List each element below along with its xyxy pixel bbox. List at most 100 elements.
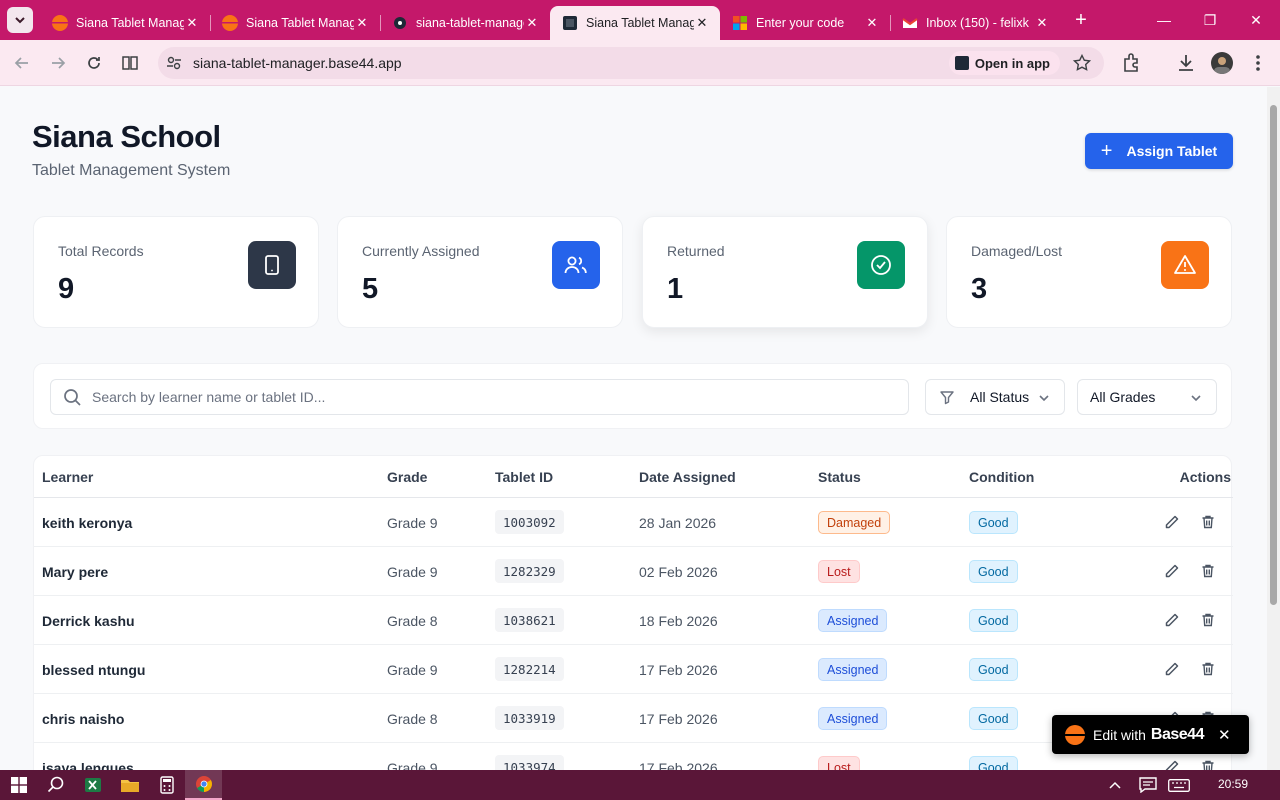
scrollbar-thumb[interactable] bbox=[1270, 105, 1277, 605]
delete-icon[interactable] bbox=[1198, 512, 1218, 532]
tablet-id: 1282329 bbox=[495, 559, 564, 583]
edit-icon[interactable] bbox=[1162, 659, 1182, 679]
filter-icon bbox=[939, 389, 955, 405]
star-icon[interactable] bbox=[1072, 53, 1092, 77]
reload-button[interactable] bbox=[76, 45, 112, 81]
delete-icon[interactable] bbox=[1198, 659, 1218, 679]
download-icon[interactable] bbox=[1175, 52, 1197, 79]
close-icon[interactable]: ✕ bbox=[1218, 726, 1231, 744]
gmail-icon bbox=[902, 15, 918, 31]
close-icon[interactable]: ✕ bbox=[1034, 15, 1050, 31]
close-icon[interactable]: ✕ bbox=[184, 15, 200, 31]
status-badge: Lost bbox=[818, 560, 860, 583]
stat-card-returned: Returned 1 bbox=[642, 216, 928, 328]
base44-widget-label: Edit with bbox=[1093, 726, 1146, 743]
column-header: Status bbox=[818, 469, 861, 485]
base44-logo-icon bbox=[1065, 724, 1085, 745]
status-filter-select[interactable]: All Status bbox=[925, 379, 1065, 415]
chevron-up-icon[interactable] bbox=[1107, 777, 1123, 798]
status-badge: Damaged bbox=[818, 511, 891, 534]
browser-tab[interactable]: Siana Tablet Manager ✕ bbox=[210, 6, 380, 40]
site-info-icon[interactable] bbox=[166, 55, 182, 76]
delete-icon[interactable] bbox=[1198, 610, 1218, 630]
close-icon[interactable]: ✕ bbox=[864, 15, 880, 31]
date-assigned: 02 Feb 2026 bbox=[639, 564, 718, 580]
search-icon[interactable] bbox=[37, 770, 74, 800]
grade-cell: Grade 9 bbox=[387, 662, 438, 678]
stat-label: Currently Assigned bbox=[362, 243, 480, 259]
delete-icon[interactable] bbox=[1198, 757, 1218, 770]
assign-tablet-label: Assign Tablet bbox=[1126, 143, 1218, 159]
condition-badge: Good bbox=[969, 609, 1018, 632]
grade-cell: Grade 9 bbox=[387, 564, 438, 580]
open-in-app-button[interactable]: Open in app bbox=[948, 51, 1060, 75]
browser-tab-active[interactable]: Siana Tablet Manager ✕ bbox=[550, 6, 720, 40]
tab-title: Siana Tablet Manager bbox=[76, 16, 184, 30]
open-in-app-label: Open in app bbox=[974, 55, 1050, 71]
github-icon bbox=[392, 15, 408, 31]
reading-mode-button[interactable] bbox=[112, 45, 148, 81]
column-header: Grade bbox=[387, 469, 428, 485]
file-explorer-icon[interactable] bbox=[111, 770, 148, 800]
learner-name: Mary pere bbox=[42, 564, 109, 580]
avatar[interactable] bbox=[1211, 52, 1233, 74]
arrow-left-icon bbox=[14, 56, 28, 69]
check-circle-icon bbox=[857, 241, 905, 289]
page-scrollbar[interactable] bbox=[1267, 87, 1280, 770]
grade-cell: Grade 8 bbox=[387, 711, 438, 727]
tab-search-button[interactable] bbox=[7, 7, 33, 33]
taskbar-clock: 20:59 bbox=[1217, 777, 1248, 791]
back-button[interactable] bbox=[4, 45, 40, 81]
date-assigned: 28 Jan 2026 bbox=[639, 515, 717, 531]
microsoft-icon bbox=[732, 15, 748, 31]
grade-filter-value: All Grades bbox=[1090, 389, 1156, 405]
grade-filter-select[interactable]: All Grades bbox=[1077, 379, 1217, 415]
windows-start-icon[interactable] bbox=[0, 770, 37, 800]
chat-icon[interactable] bbox=[1139, 777, 1157, 798]
edit-icon[interactable] bbox=[1162, 512, 1182, 532]
base44-logo-icon bbox=[52, 15, 68, 31]
browser-tab[interactable]: Siana Tablet Manager ✕ bbox=[40, 6, 210, 40]
forward-button[interactable] bbox=[40, 45, 76, 81]
edit-with-base44-widget[interactable]: Edit with Base44 ✕ bbox=[1052, 715, 1249, 754]
new-tab-button[interactable]: + bbox=[1066, 9, 1096, 32]
browser-tab[interactable]: siana-tablet-manager ✕ bbox=[380, 6, 550, 40]
edit-icon[interactable] bbox=[1162, 757, 1182, 770]
edit-icon[interactable] bbox=[1162, 610, 1182, 630]
grade-cell: Grade 9 bbox=[387, 760, 438, 770]
assign-tablet-button[interactable]: + Assign Tablet bbox=[1085, 133, 1233, 169]
learner-name: chris naisho bbox=[42, 711, 125, 727]
close-icon[interactable]: ✕ bbox=[524, 15, 540, 31]
plus-icon: + bbox=[1100, 140, 1113, 162]
window-close-button[interactable]: ✕ bbox=[1233, 0, 1279, 40]
more-menu-icon[interactable] bbox=[1251, 53, 1265, 78]
date-assigned: 18 Feb 2026 bbox=[639, 613, 718, 629]
arrow-right-icon bbox=[52, 56, 66, 69]
browser-tab[interactable]: Enter your code ✕ bbox=[720, 6, 890, 40]
page-subtitle: Tablet Management System bbox=[32, 162, 231, 179]
address-bar[interactable]: siana-tablet-manager.base44.app Open in … bbox=[158, 47, 1104, 79]
close-icon[interactable]: ✕ bbox=[354, 15, 370, 31]
learner-name: isaya lengues bbox=[42, 760, 134, 770]
table-row: Derrick kashu Grade 8 1038621 18 Feb 2026 As… bbox=[34, 596, 1233, 645]
base44-brand: Base44 bbox=[1150, 725, 1205, 743]
excel-icon[interactable] bbox=[74, 770, 111, 800]
stat-card-currently-assigned: Currently Assigned 5 bbox=[337, 216, 623, 328]
grade-cell: Grade 9 bbox=[387, 515, 438, 531]
stat-card-damaged-lost: Damaged/Lost 3 bbox=[946, 216, 1232, 328]
minimize-button[interactable]: — bbox=[1141, 0, 1187, 40]
calculator-icon[interactable] bbox=[148, 770, 185, 800]
close-icon[interactable]: ✕ bbox=[694, 15, 710, 31]
search-input[interactable]: Search by learner name or tablet ID... bbox=[50, 379, 909, 415]
keyboard-icon[interactable] bbox=[1168, 779, 1190, 797]
delete-icon[interactable] bbox=[1198, 561, 1218, 581]
restore-button[interactable]: ❐ bbox=[1187, 0, 1233, 40]
extensions-icon[interactable] bbox=[1121, 52, 1143, 79]
tablet-id: 1033919 bbox=[495, 706, 564, 730]
chrome-icon[interactable] bbox=[185, 770, 222, 800]
edit-icon[interactable] bbox=[1162, 561, 1182, 581]
book-icon bbox=[122, 55, 138, 70]
browser-tab[interactable]: Inbox (150) - felixk ✕ bbox=[890, 6, 1060, 40]
chevron-down-icon bbox=[1190, 391, 1202, 407]
learner-name: keith keronya bbox=[42, 515, 133, 531]
